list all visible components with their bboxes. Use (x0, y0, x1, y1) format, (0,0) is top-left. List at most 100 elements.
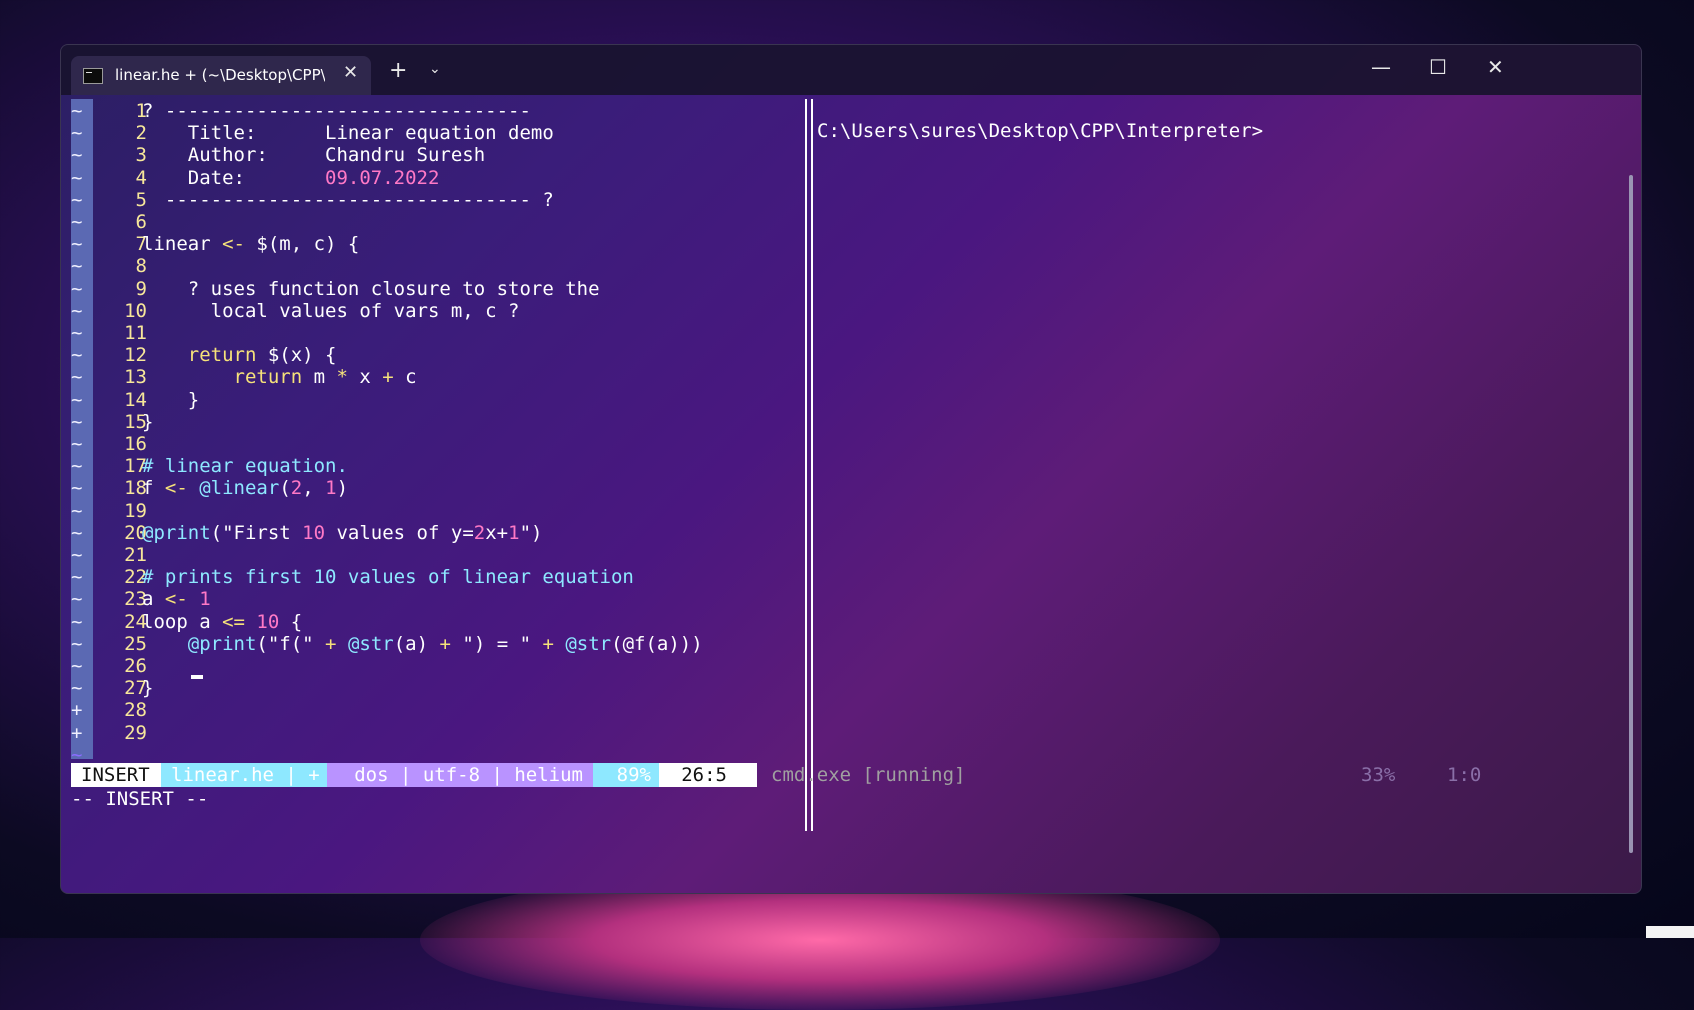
status-percent: 89% (593, 763, 659, 787)
status-terminal-percent: 33% (1361, 764, 1396, 786)
gutter-mark: + (71, 721, 83, 744)
code-token: <= (222, 610, 245, 633)
code-token: (@f(a))) (611, 632, 703, 655)
line-number: 16 (124, 433, 147, 455)
code-token: Date: (142, 166, 326, 189)
code-token: + (439, 632, 451, 655)
line-number: 22 (124, 566, 147, 589)
code-line[interactable]: Author: Chandru Suresh (142, 143, 485, 167)
code-token: 1 (508, 521, 520, 544)
code-token: * (336, 366, 348, 389)
code-token: 2 (473, 521, 486, 544)
line-number: 12 (124, 344, 147, 367)
code-token: loop a (142, 610, 223, 633)
code-token: Author: Chandru Suresh (142, 144, 486, 167)
code-line[interactable]: # prints first 10 values of linear equat… (142, 565, 634, 589)
scrollbar[interactable] (1629, 175, 1633, 853)
command-line: -- INSERT -- (71, 788, 209, 810)
code-line[interactable]: @print("First 10 values of y=2x+1") (142, 521, 542, 545)
line-number: 23 (124, 588, 147, 611)
code-token: x+ (485, 521, 509, 544)
line-number: 25 (124, 632, 147, 655)
line-number: 24 (124, 610, 147, 633)
terminal-icon (83, 68, 103, 84)
code-line[interactable]: loop a <= 10 { (142, 610, 302, 634)
status-encoding: dos | utf-8 | helium (327, 763, 593, 787)
text-cursor (191, 675, 203, 679)
code-line[interactable]: # linear equation. (142, 454, 348, 478)
status-file: linear.he | + (161, 763, 327, 787)
maximize-button[interactable]: ☐ (1429, 55, 1447, 79)
new-tab-button[interactable]: + (389, 58, 407, 83)
gutter-mark: ~ (71, 455, 83, 478)
tab-linear-he[interactable]: linear.he + (~\Desktop\CPP\Interpreter) … (71, 56, 371, 95)
gutter-mark: ~ (71, 655, 83, 677)
minimize-button[interactable]: — (1371, 55, 1391, 79)
gutter-mark: ~ (71, 366, 83, 389)
line-number: 9 (135, 277, 147, 300)
code-line[interactable]: a <- 1 (142, 587, 211, 611)
gutter-mark: ~ (71, 144, 83, 167)
code-line[interactable]: @print("f(" + @str(a) + ") = " + @str(@f… (142, 632, 703, 656)
code-line[interactable]: Title: Linear equation demo (142, 121, 554, 145)
code-token: (a) (393, 632, 440, 655)
code-token: return (233, 366, 303, 389)
chevron-down-icon[interactable]: ⌄ (429, 61, 441, 77)
code-line[interactable]: ? uses function closure to store the (142, 277, 600, 301)
line-number: 13 (124, 366, 147, 389)
gutter-mark: ~ (71, 677, 83, 700)
pane-divider[interactable] (805, 99, 813, 831)
line-number: 29 (124, 721, 147, 744)
terminal-prompt[interactable]: C:\Users\sures\Desktop\CPP\Interpreter> (817, 119, 1263, 143)
line-number: 20 (124, 521, 147, 544)
code-token: local values of vars m, c ? (142, 299, 520, 322)
close-button[interactable]: ✕ (1487, 55, 1504, 79)
code-token: f (142, 477, 165, 500)
code-token: m (302, 366, 337, 389)
line-number: 27 (124, 677, 147, 700)
status-terminal-title: cmd.exe [running] (771, 764, 966, 786)
code-token: values of y= (325, 521, 474, 544)
line-number: 2 (135, 122, 147, 145)
code-line[interactable]: return $(x) { (142, 343, 337, 367)
gutter-mark: ~ (71, 344, 83, 367)
line-number: 11 (124, 322, 147, 344)
gutter-mark: ~ (71, 632, 83, 655)
gutter-mark: ~ (71, 277, 83, 300)
code-token: 10 (256, 610, 280, 633)
line-number: 10 (124, 299, 147, 322)
line-number: 14 (124, 388, 147, 411)
code-token: # prints first 10 values of linear equat… (142, 566, 634, 589)
code-token: <- (164, 477, 188, 500)
code-line[interactable]: } (142, 410, 153, 434)
gutter-mark: ~ (71, 388, 83, 411)
code-line[interactable]: return m * x + c (142, 365, 417, 389)
code-token: ") (519, 521, 543, 544)
code-token: @print (187, 632, 257, 655)
code-line[interactable]: -------------------------------- ? (142, 188, 554, 212)
code-line[interactable]: ? -------------------------------- (142, 99, 531, 123)
code-line[interactable]: Date: 09.07.2022 (142, 166, 440, 190)
code-line[interactable]: local values of vars m, c ? (142, 299, 520, 323)
gutter-mark: ~ (71, 544, 83, 566)
code-line[interactable]: linear <- $(m, c) { (142, 232, 359, 256)
line-number: 4 (135, 166, 147, 189)
code-line[interactable]: } (142, 676, 153, 700)
code-token: , (302, 477, 326, 500)
code-line[interactable]: } (142, 388, 199, 412)
code-line[interactable]: f <- @linear(2, 1) (142, 476, 348, 500)
gutter-mark: ~ (71, 122, 83, 145)
code-token: ("f(" (256, 632, 326, 655)
gutter-mark: ~ (71, 100, 83, 122)
code-token: 1 (199, 588, 211, 611)
code-token: { (279, 610, 303, 633)
tab-close-icon[interactable]: ✕ (343, 62, 358, 83)
status-terminal-position: 1:0 (1447, 764, 1482, 786)
code-token: <- (222, 233, 245, 256)
code-token: $(m, c) { (244, 233, 360, 256)
